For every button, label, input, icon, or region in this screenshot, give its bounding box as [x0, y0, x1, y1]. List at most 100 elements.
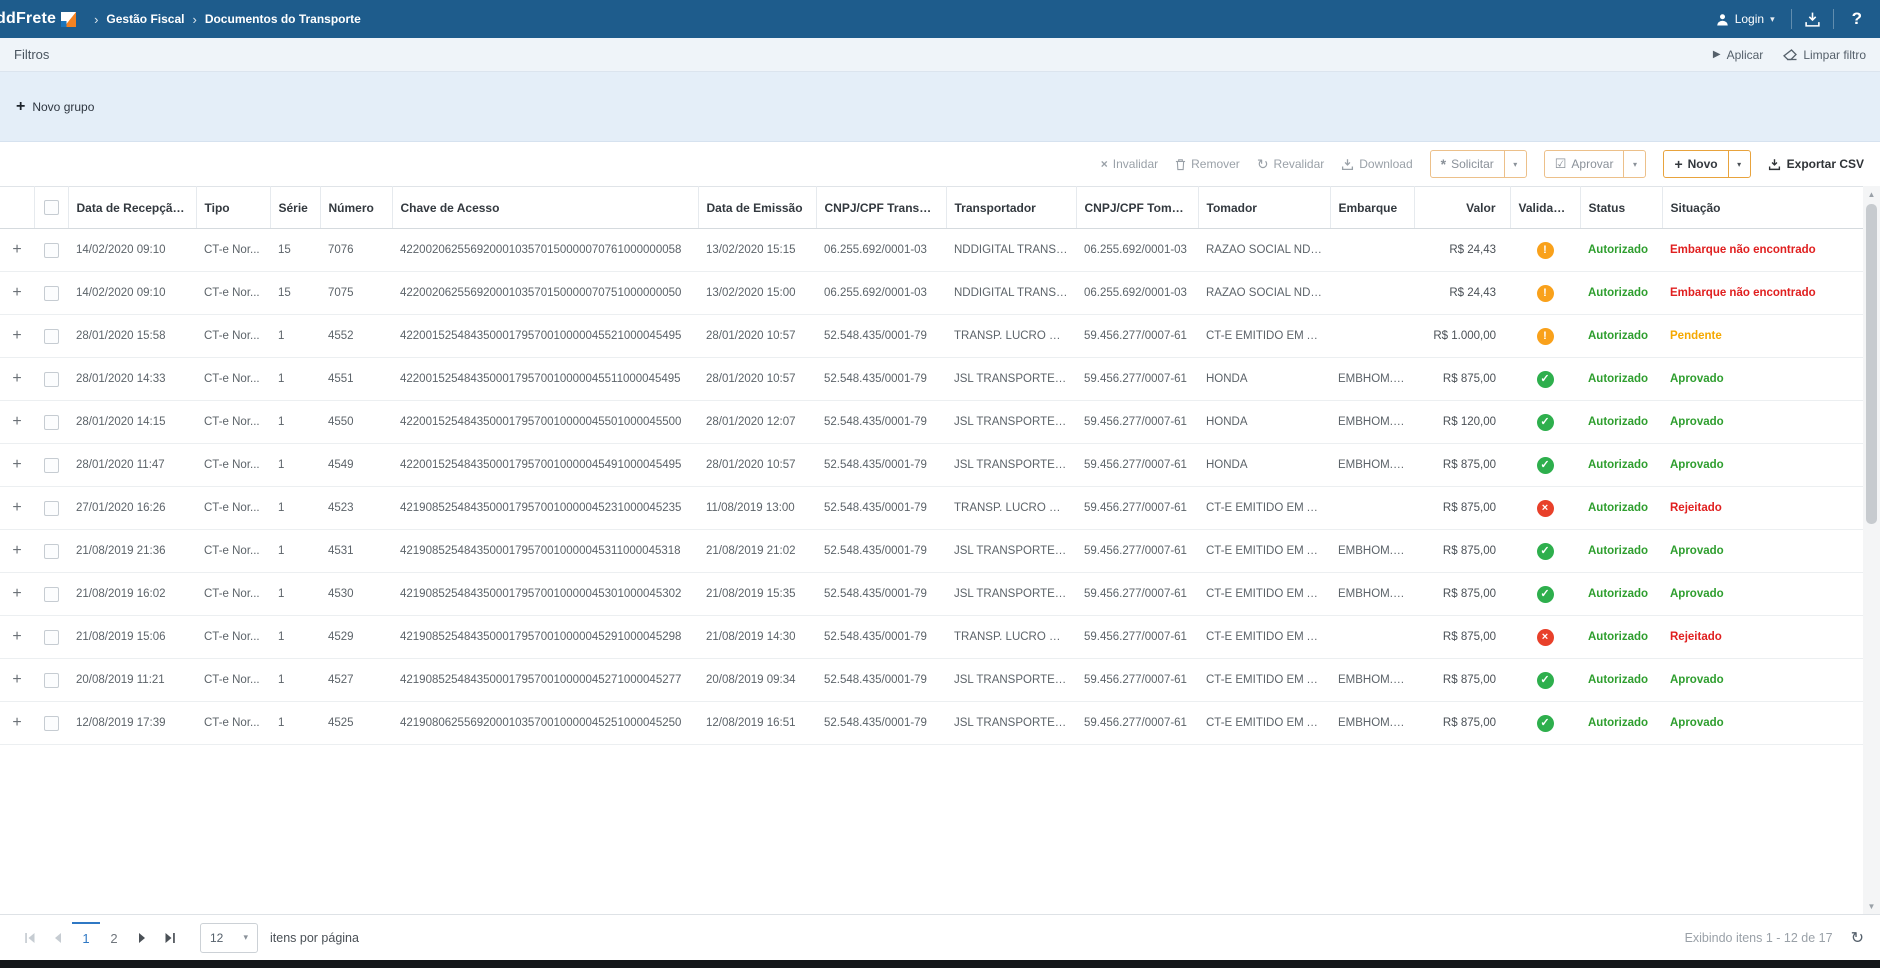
download-icon[interactable] — [1804, 11, 1821, 28]
approve-dropdown-button[interactable]: ▾ — [1623, 151, 1645, 177]
last-page-button[interactable] — [156, 924, 184, 952]
row-checkbox[interactable] — [44, 716, 59, 731]
cell-tipo: CT-e Nor... — [196, 401, 270, 444]
expand-row-button[interactable]: + — [12, 499, 21, 516]
first-page-button[interactable] — [16, 924, 44, 952]
vertical-scrollbar[interactable]: ▲ ▼ — [1863, 186, 1880, 914]
column-header-transportador[interactable]: Transportador — [946, 187, 1076, 229]
invalidate-label: Invalidar — [1113, 157, 1158, 171]
expand-row-button[interactable]: + — [12, 413, 21, 430]
cell-embarque: EMBHOM.9... — [1330, 659, 1414, 702]
column-header-cnpj-cpf-tomador[interactable]: CNPJ/CPF Tomador — [1076, 187, 1198, 229]
next-page-button[interactable] — [128, 924, 156, 952]
approve-button[interactable]: ☑ Aprovar — [1545, 151, 1624, 177]
cell-embarque: EMBHOM.9... — [1330, 444, 1414, 487]
breadcrumb-gestao-fiscal[interactable]: Gestão Fiscal — [106, 12, 184, 26]
login-menu-button[interactable]: Login ▾ — [1712, 12, 1779, 26]
row-checkbox[interactable] — [44, 286, 59, 301]
row-checkbox[interactable] — [44, 372, 59, 387]
row-checkbox[interactable] — [44, 501, 59, 516]
app-logo[interactable]: ddFrete — [0, 10, 76, 28]
row-checkbox[interactable] — [44, 673, 59, 688]
select-all-checkbox[interactable] — [44, 200, 59, 215]
row-checkbox[interactable] — [44, 544, 59, 559]
cell-embarque — [1330, 229, 1414, 272]
column-header-s-rie[interactable]: Série — [270, 187, 320, 229]
apply-filter-button[interactable]: ▶ Aplicar — [1713, 48, 1763, 62]
cell-validacao: ! — [1510, 229, 1580, 272]
download-documents-button[interactable]: Download — [1341, 157, 1412, 171]
cell-tipo: CT-e Nor... — [196, 573, 270, 616]
page-button-1[interactable]: 1 — [72, 922, 100, 954]
row-checkbox[interactable] — [44, 630, 59, 645]
row-checkbox[interactable] — [44, 329, 59, 344]
expand-row-button[interactable]: + — [12, 456, 21, 473]
breadcrumb-documentos-do-transporte[interactable]: Documentos do Transporte — [205, 12, 361, 26]
cell-tomador: CT-E EMITIDO EM A... — [1198, 530, 1330, 573]
row-checkbox[interactable] — [44, 243, 59, 258]
items-per-page-label: itens por página — [270, 931, 359, 945]
cell-tipo: CT-e Nor... — [196, 444, 270, 487]
revalidate-button[interactable]: ↻ Revalidar — [1257, 156, 1324, 173]
expand-row-button[interactable]: + — [12, 628, 21, 645]
pagination-bar: 1 2 12 ▾ itens por página Exibindo itens… — [0, 914, 1880, 960]
clear-filter-button[interactable]: Limpar filtro — [1783, 48, 1866, 62]
column-header-situa-o[interactable]: Situação — [1662, 187, 1863, 229]
refresh-icon[interactable]: ↻ — [1851, 928, 1864, 948]
approve-split-button: ☑ Aprovar ▾ — [1544, 150, 1647, 178]
table-row: +28/01/2020 14:33CT-e Nor...145514220015… — [0, 358, 1863, 401]
validation-success-icon: ✓ — [1537, 715, 1554, 732]
previous-page-button[interactable] — [44, 924, 72, 952]
expand-row-button[interactable]: + — [12, 714, 21, 731]
validation-warning-icon: ! — [1537, 328, 1554, 345]
expand-row-button[interactable]: + — [12, 671, 21, 688]
expand-row-button[interactable]: + — [12, 241, 21, 258]
expand-row-button[interactable]: + — [12, 370, 21, 387]
scroll-down-icon[interactable]: ▼ — [1863, 898, 1880, 914]
expand-row-button[interactable]: + — [12, 284, 21, 301]
page-button-2[interactable]: 2 — [100, 922, 128, 954]
invalidate-button[interactable]: × Invalidar — [1101, 157, 1158, 171]
row-checkbox[interactable] — [44, 587, 59, 602]
column-header-data-de-recep-o[interactable]: Data de Recepção↓ — [68, 187, 196, 229]
request-dropdown-button[interactable]: ▾ — [1504, 151, 1526, 177]
plus-icon: + — [16, 99, 25, 115]
new-group-button[interactable]: + Novo grupo — [16, 99, 94, 115]
expand-row-button[interactable]: + — [12, 585, 21, 602]
cell-situacao: Rejeitado — [1662, 616, 1863, 659]
column-header-valor[interactable]: Valor — [1414, 187, 1510, 229]
remove-button[interactable]: Remover — [1175, 157, 1240, 171]
app-window: ddFrete › Gestão Fiscal › Documentos do … — [0, 0, 1880, 968]
request-split-button: * Solicitar ▾ — [1430, 150, 1527, 178]
scroll-up-icon[interactable]: ▲ — [1863, 186, 1880, 202]
export-csv-button[interactable]: Exportar CSV — [1768, 157, 1864, 171]
cell-embarque: EMBHOM.9... — [1330, 358, 1414, 401]
help-icon[interactable]: ? — [1846, 9, 1868, 29]
column-header-data-de-emiss-o[interactable]: Data de Emissão — [698, 187, 816, 229]
column-header-n-mero[interactable]: Número — [320, 187, 392, 229]
expand-column-header — [0, 187, 34, 229]
column-header-cnpj-cpf-transpo[interactable]: CNPJ/CPF Transpo... — [816, 187, 946, 229]
column-header-embarque[interactable]: Embarque — [1330, 187, 1414, 229]
new-document-button[interactable]: + Novo — [1664, 151, 1727, 177]
row-checkbox[interactable] — [44, 415, 59, 430]
column-header-valida-o[interactable]: Validação — [1510, 187, 1580, 229]
row-checkbox[interactable] — [44, 458, 59, 473]
page-size-select[interactable]: 12 ▾ — [200, 923, 258, 953]
cell-chave-de-acesso: 4219085254843500017957001000004529100004… — [392, 616, 698, 659]
cell-tomador: CT-E EMITIDO EM A... — [1198, 659, 1330, 702]
request-button[interactable]: * Solicitar — [1431, 151, 1504, 177]
new-dropdown-button[interactable]: ▾ — [1728, 151, 1750, 177]
expand-row-button[interactable]: + — [12, 327, 21, 344]
column-header-tipo[interactable]: Tipo — [196, 187, 270, 229]
column-header-chave-de-acesso[interactable]: Chave de Acesso — [392, 187, 698, 229]
expand-row-button[interactable]: + — [12, 542, 21, 559]
cell-tomador: HONDA — [1198, 444, 1330, 487]
column-header-status[interactable]: Status — [1580, 187, 1662, 229]
cell-data-recepcao: 21/08/2019 16:02 — [68, 573, 196, 616]
cell-status: Autorizado — [1580, 659, 1662, 702]
column-header-tomador[interactable]: Tomador — [1198, 187, 1330, 229]
remove-label: Remover — [1191, 157, 1240, 171]
cell-cnpj-tomador: 59.456.277/0007-61 — [1076, 659, 1198, 702]
scrollbar-thumb[interactable] — [1866, 204, 1877, 524]
